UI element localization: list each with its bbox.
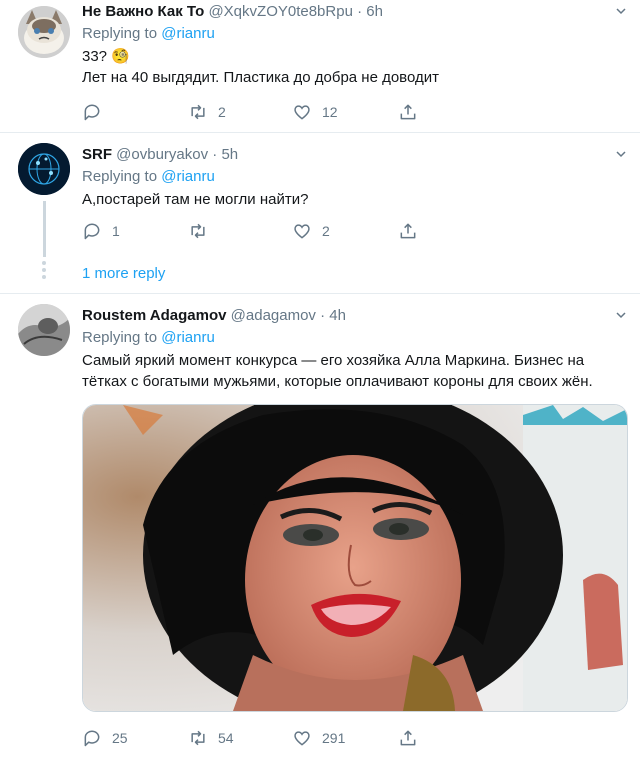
tweet-text-line: Самый яркий момент конкурса — его хозяйк…	[82, 352, 585, 369]
retweet-action[interactable]	[188, 221, 218, 241]
tweet-actions: 1 2	[82, 221, 502, 243]
separator-dot: ·	[357, 3, 367, 20]
retweet-action[interactable]: 54	[188, 728, 234, 748]
like-action[interactable]: 2	[292, 221, 330, 241]
share-icon	[400, 223, 416, 239]
like-action[interactable]: 291	[292, 728, 345, 748]
share-action[interactable]	[398, 728, 428, 748]
share-icon	[400, 104, 416, 120]
tweet-header: SRF @ovburyakov · 5h	[82, 145, 626, 165]
globe-avatar-image	[18, 143, 70, 195]
like-count: 12	[322, 104, 338, 120]
share-icon	[400, 730, 416, 746]
tweet-photo[interactable]	[82, 404, 628, 712]
thread-line	[43, 201, 46, 257]
woman-portrait-photo	[83, 405, 627, 711]
reply-action[interactable]: 25	[82, 728, 128, 748]
share-action[interactable]	[398, 221, 428, 241]
tweet-text: А,постарей там не могли найти?	[82, 189, 626, 210]
person-avatar-image	[18, 304, 70, 356]
reply-action[interactable]	[82, 102, 112, 122]
retweet-count: 54	[218, 730, 234, 746]
retweet-icon	[191, 104, 205, 120]
tweet-actions: 2 12	[82, 102, 502, 124]
heart-icon	[294, 224, 310, 239]
tweet-text: 33? 🧐 Лет на 40 выгдядит. Пластика до до…	[82, 46, 626, 88]
tweet-text-line: 33? 🧐	[82, 48, 130, 65]
share-action[interactable]	[398, 102, 428, 122]
author-name[interactable]: Roustem Adagamov	[82, 307, 226, 324]
tweet-text-line: тётках с богатыми мужьями, которые оплач…	[82, 373, 593, 390]
avatar-cat[interactable]	[18, 6, 70, 58]
avatar-grayscale[interactable]	[18, 304, 70, 356]
retweet-count: 2	[218, 104, 226, 120]
reply-count: 25	[112, 730, 128, 746]
author-name[interactable]: Не Важно Как То	[82, 3, 204, 20]
reply-count: 1	[112, 223, 120, 239]
author-handle[interactable]: @ovburyakov	[116, 146, 208, 163]
replying-to-link[interactable]: @rianru	[161, 329, 215, 346]
replying-to: Replying to @rianru	[82, 328, 626, 348]
author-handle[interactable]: @XqkvZOY0te8bRpu	[208, 3, 352, 20]
reply-action[interactable]: 1	[82, 221, 120, 241]
chevron-down-icon[interactable]	[616, 6, 626, 16]
reply-icon	[84, 223, 100, 240]
author-handle[interactable]: @adagamov	[231, 307, 316, 324]
replying-label: Replying to	[82, 168, 158, 185]
chevron-down-icon[interactable]	[616, 310, 626, 320]
like-action[interactable]: 12	[292, 102, 338, 122]
avatar-blue-globe[interactable]	[18, 143, 70, 195]
replying-to-link[interactable]: @rianru	[161, 168, 215, 185]
tweet-text-line: Лет на 40 выгдядит. Пластика до добра не…	[82, 69, 439, 86]
replying-to: Replying to @rianru	[82, 24, 626, 44]
replying-label: Replying to	[82, 25, 158, 42]
reply-icon	[84, 104, 100, 121]
thread-dots	[42, 261, 46, 282]
tweet-text: Самый яркий момент конкурса — его хозяйк…	[82, 350, 626, 392]
replying-to-link[interactable]: @rianru	[161, 25, 215, 42]
tweet-time[interactable]: 6h	[366, 3, 383, 20]
like-count: 291	[322, 730, 346, 746]
tweet-actions: 25 54 291	[82, 728, 502, 750]
tweet-header: Roustem Adagamov @adagamov · 4h	[82, 306, 626, 326]
tweet-2[interactable]: SRF @ovburyakov · 5h Replying to @rianru…	[0, 133, 640, 293]
heart-icon	[294, 731, 310, 746]
tweet-1[interactable]: Не Важно Как То @XqkvZOY0te8bRpu · 6h Re…	[0, 0, 640, 130]
chevron-down-icon[interactable]	[616, 149, 626, 159]
reply-icon	[84, 730, 100, 747]
separator-dot: ·	[320, 307, 330, 324]
tweet-header: Не Важно Как То @XqkvZOY0te8bRpu · 6h	[82, 2, 626, 22]
retweet-icon	[191, 223, 205, 239]
like-count: 2	[322, 223, 330, 239]
heart-icon	[294, 105, 310, 120]
replying-to: Replying to @rianru	[82, 167, 626, 187]
replying-label: Replying to	[82, 329, 158, 346]
tweet-text-line: А,постарей там не могли найти?	[82, 191, 309, 208]
cat-avatar-image	[18, 6, 70, 58]
more-replies-link[interactable]: 1 more reply	[82, 265, 165, 282]
tweet-time[interactable]: 5h	[221, 146, 238, 163]
retweet-icon	[191, 730, 205, 746]
retweet-action[interactable]: 2	[188, 102, 226, 122]
tweet-time[interactable]: 4h	[329, 307, 346, 324]
author-name[interactable]: SRF	[82, 146, 112, 163]
